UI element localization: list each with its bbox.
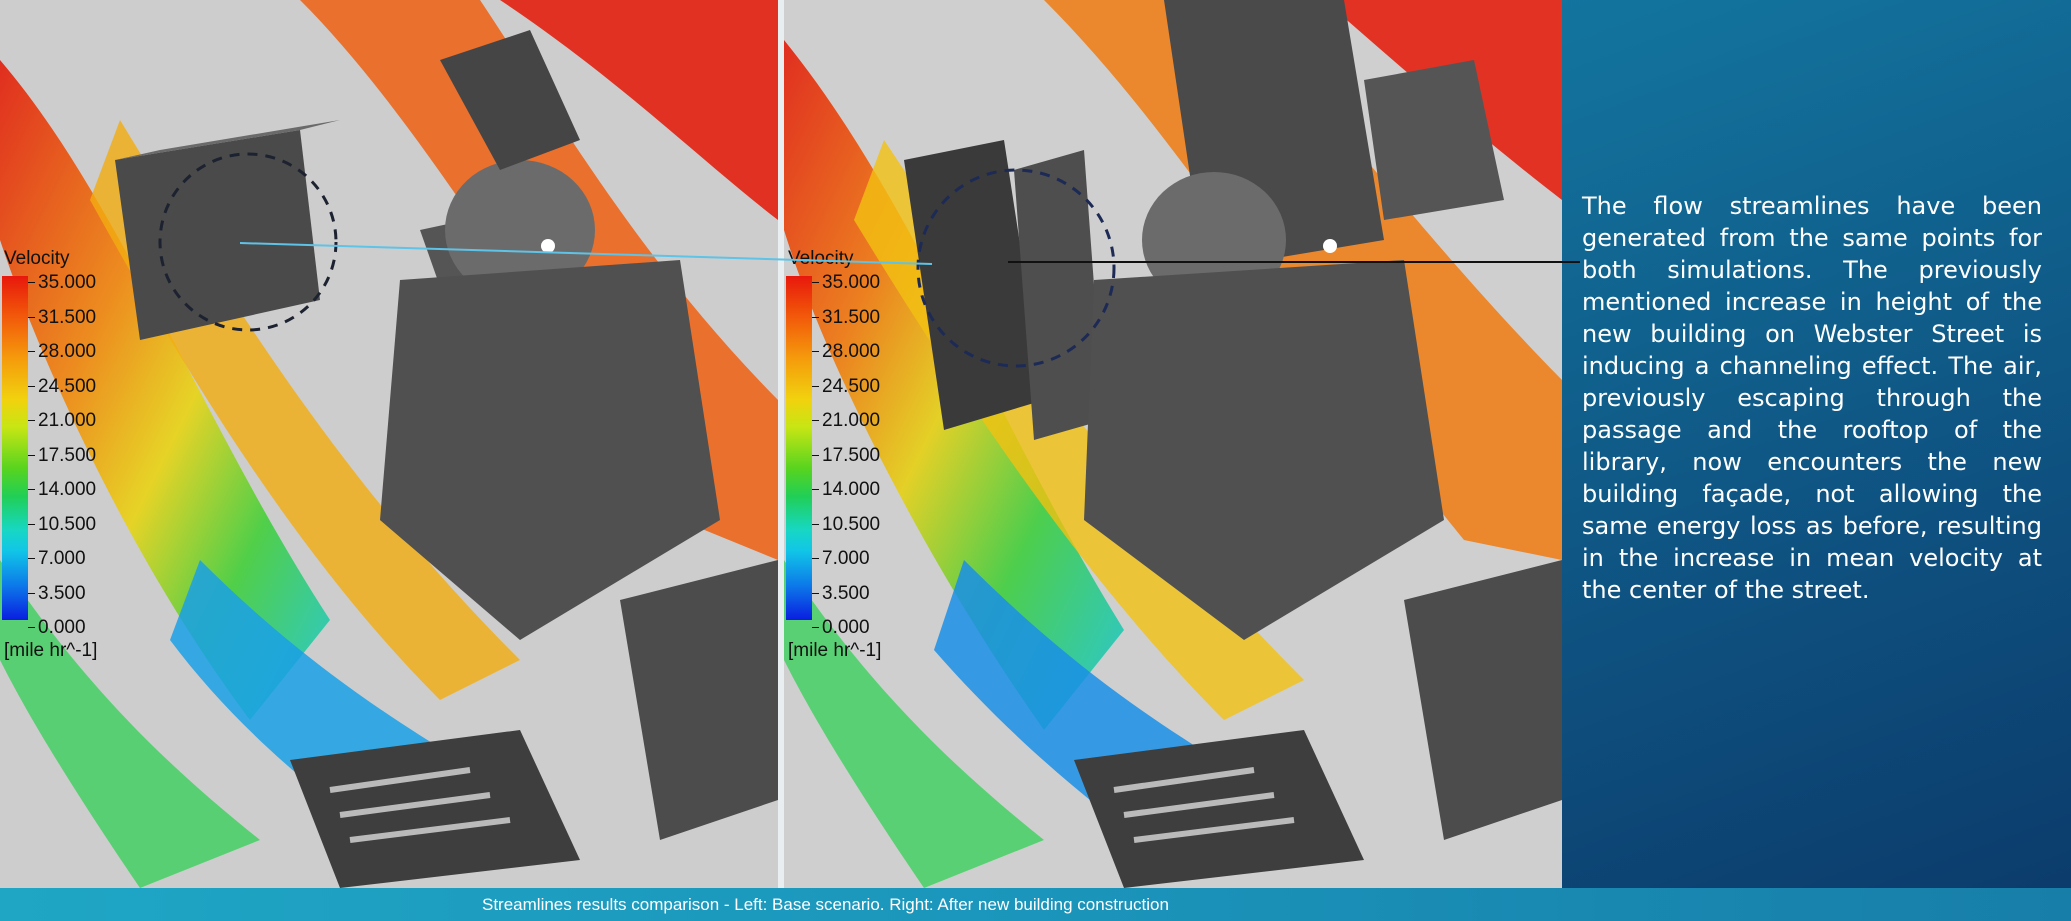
legend-unit: [mile hr^-1] [4,640,98,661]
legend-tick: 14.000 [811,479,881,500]
legend-tick: 10.500 [27,514,97,535]
legend-tick: 35.000 [27,272,97,293]
legend-tick: 28.000 [811,341,881,362]
color-scale-bar [2,276,28,620]
velocity-legend-right: Velocity 35.000 31.500 28.000 24.500 21.… [784,248,904,668]
legend-tick: 3.500 [28,583,86,604]
legend-tick: 31.500 [27,307,97,328]
legend-tick: 28.000 [27,341,97,362]
legend-title: Velocity [4,248,70,269]
legend-tick: 31.500 [811,307,881,328]
legend-tick: 17.500 [811,445,881,466]
legend-tick: 17.500 [27,445,97,466]
velocity-legend-left: Velocity 35.000 31.500 28.000 24.500 21.… [0,248,120,668]
legend-unit: [mile hr^-1] [788,640,882,661]
legend-tick: 10.500 [811,514,881,535]
streamline-image-new-building: Velocity 35.000 31.500 28.000 24.500 21.… [784,0,1562,888]
legend-tick: 35.000 [811,272,881,293]
legend-tick: 0.000 [812,617,870,638]
legend-tick: 0.000 [28,617,86,638]
caption-bar: Streamlines results comparison - Left: B… [0,888,2071,921]
legend-tick: 24.500 [27,376,97,397]
legend-tick: 21.000 [811,410,881,431]
legend-title: Velocity [788,248,854,269]
description-text: The flow streamlines have been generated… [1582,192,2042,604]
legend-tick: 21.000 [27,410,97,431]
streamline-image-base-scenario: Velocity 35.000 31.500 28.000 24.500 21.… [0,0,778,888]
color-scale-bar [786,276,812,620]
legend-tick: 14.000 [27,479,97,500]
legend-tick: 7.000 [812,548,870,569]
legend-tick: 24.500 [811,376,881,397]
figure-caption: Streamlines results comparison - Left: B… [482,895,1169,914]
legend-tick: 3.500 [812,583,870,604]
legend-tick: 7.000 [28,548,86,569]
